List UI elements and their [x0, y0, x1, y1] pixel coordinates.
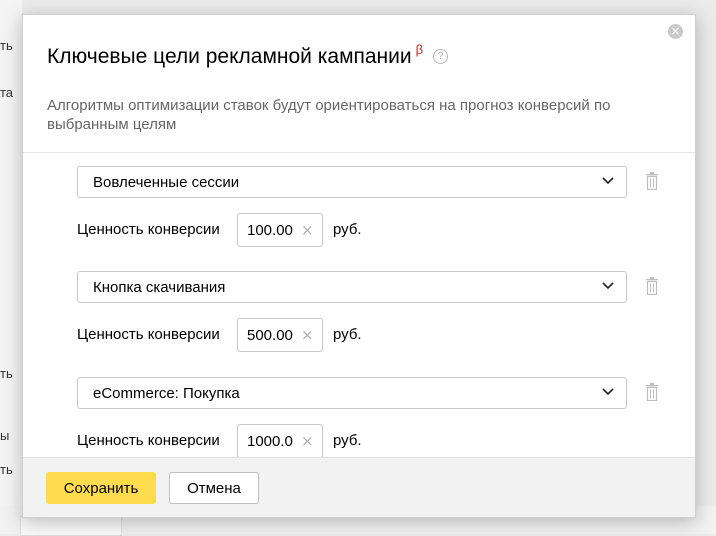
- background-text-fragment: ть: [0, 462, 13, 477]
- modal-title: Ключевые цели рекламной кампании: [47, 45, 412, 68]
- clear-icon[interactable]: ×: [301, 326, 314, 344]
- background-table-cell: [20, 516, 122, 536]
- key-goals-modal: × Ключевые цели рекламной кампании β ? А…: [22, 14, 696, 518]
- conversion-value: 100.00: [247, 222, 293, 239]
- background-text-fragment: ы: [0, 428, 10, 443]
- modal-header: Ключевые цели рекламной кампании β ?: [47, 42, 449, 70]
- conversion-value-input[interactable]: 1000.0 ×: [237, 424, 323, 458]
- goal-select-value: eCommerce: Покупка: [93, 385, 240, 402]
- close-icon[interactable]: ×: [668, 24, 683, 39]
- conversion-value-label: Ценность конверсии: [77, 326, 220, 343]
- cancel-button[interactable]: Отмена: [169, 472, 259, 504]
- background-text-fragment: ть: [0, 38, 13, 53]
- trash-icon[interactable]: [645, 383, 659, 401]
- conversion-value-row: Ценность конверсии 1000.0 × руб.: [77, 424, 477, 458]
- conversion-value-row: Ценность конверсии 500.00 × руб.: [77, 318, 477, 352]
- background-text-fragment: та: [0, 85, 14, 100]
- conversion-value-label: Ценность конверсии: [77, 432, 220, 449]
- header-divider: [23, 152, 695, 153]
- trash-icon[interactable]: [645, 277, 659, 295]
- currency-unit: руб.: [333, 326, 362, 343]
- conversion-value-input[interactable]: 100.00 ×: [237, 213, 323, 247]
- currency-unit: руб.: [333, 432, 362, 449]
- background-text-fragment: ть: [0, 366, 13, 381]
- goal-select-value: Кнопка скачивания: [93, 279, 226, 296]
- trash-icon[interactable]: [645, 172, 659, 190]
- save-button[interactable]: Сохранить: [46, 472, 156, 504]
- conversion-value: 500.00: [247, 327, 293, 344]
- chevron-down-icon: [602, 282, 614, 290]
- chevron-down-icon: [602, 177, 614, 185]
- currency-unit: руб.: [333, 221, 362, 238]
- goal-select[interactable]: eCommerce: Покупка: [77, 377, 627, 409]
- question-circle-icon[interactable]: ?: [433, 49, 449, 64]
- clear-icon[interactable]: ×: [301, 221, 314, 239]
- background-page-left: [0, 0, 22, 534]
- conversion-value-input[interactable]: 500.00 ×: [237, 318, 323, 352]
- conversion-value-label: Ценность конверсии: [77, 221, 220, 238]
- modal-footer: Сохранить Отмена: [23, 457, 695, 517]
- conversion-value-row: Ценность конверсии 100.00 × руб.: [77, 213, 477, 247]
- goal-select[interactable]: Кнопка скачивания: [77, 271, 627, 303]
- chevron-down-icon: [602, 388, 614, 396]
- goal-select[interactable]: Вовлеченные сессии: [77, 166, 627, 198]
- modal-description: Алгоритмы оптимизации ставок будут ориен…: [47, 97, 611, 133]
- conversion-value: 1000.0: [247, 433, 293, 450]
- goal-select-value: Вовлеченные сессии: [93, 174, 240, 191]
- beta-badge: β: [415, 42, 424, 57]
- clear-icon[interactable]: ×: [301, 432, 314, 450]
